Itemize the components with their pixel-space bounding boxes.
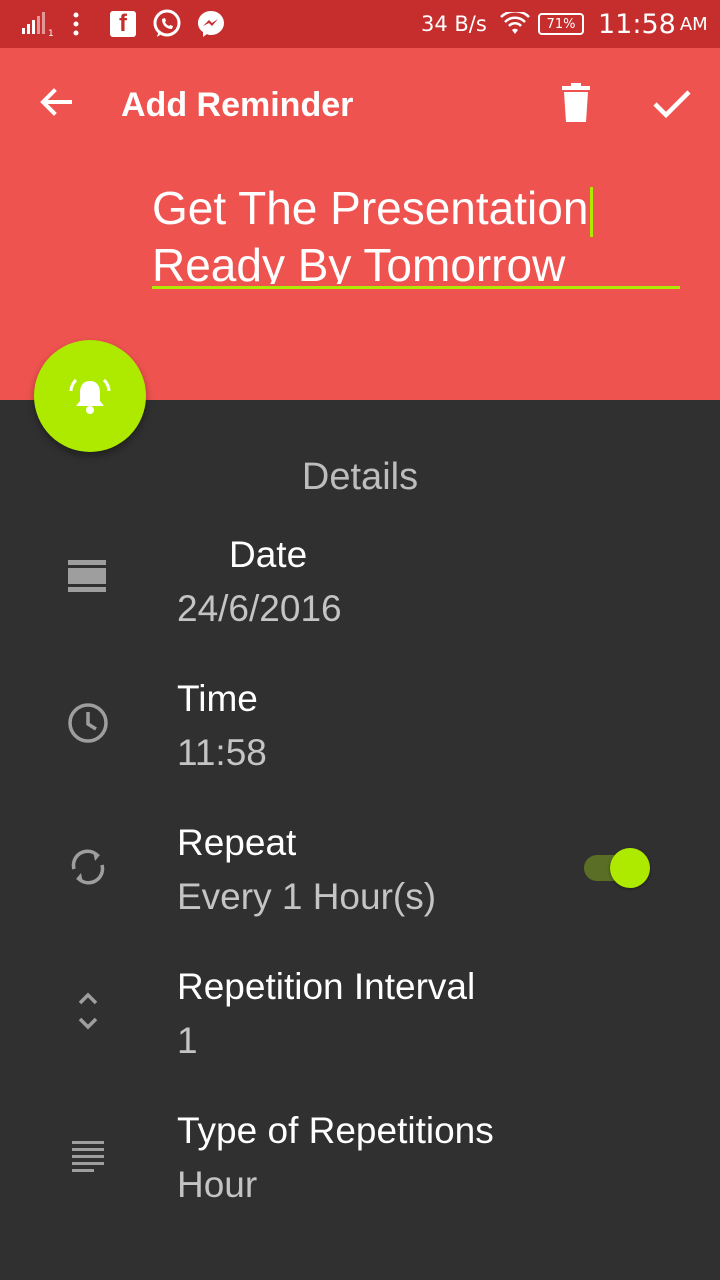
- status-ampm: AM: [679, 13, 708, 35]
- reminder-text-input[interactable]: Get The Presentation Ready By Tomorrow: [152, 180, 680, 284]
- save-check-icon[interactable]: [650, 84, 694, 124]
- time-value: 11:58: [177, 732, 267, 773]
- repeat-value: Every 1 Hour(s): [177, 876, 437, 917]
- delete-icon[interactable]: [556, 82, 596, 126]
- status-time: 11:58: [598, 8, 676, 40]
- toggle-thumb: [610, 848, 650, 888]
- repeat-label: Repeat: [177, 822, 297, 863]
- wifi-icon: [500, 0, 530, 48]
- date-value: 24/6/2016: [177, 588, 342, 629]
- details-heading: Details: [301, 456, 419, 498]
- status-clock: 11:58 AM: [598, 0, 708, 48]
- unfold-icon: [66, 989, 110, 1033]
- repeat-toggle[interactable]: [584, 848, 650, 888]
- text-cursor: [590, 186, 594, 237]
- status-bar: 1 f 34 B/s 71% 11:58 AM: [0, 0, 720, 48]
- type-of-repetitions-label: Type of Repetitions: [177, 1110, 494, 1151]
- time-label: Time: [177, 678, 258, 719]
- type-of-repetitions-row[interactable]: Type of Repetitions Hour: [0, 1106, 720, 1236]
- calendar-icon: [66, 556, 110, 600]
- more-icon: [72, 0, 80, 48]
- type-of-repetitions-value: Hour: [177, 1164, 258, 1205]
- repetition-interval-label: Repetition Interval: [177, 966, 476, 1007]
- battery-indicator: 71%: [538, 0, 584, 48]
- network-speed: 34 B/s: [421, 12, 487, 36]
- date-label: Date: [229, 534, 308, 575]
- repetition-interval-row[interactable]: Repetition Interval 1: [0, 962, 720, 1092]
- input-underline: [152, 286, 680, 289]
- alarm-bell-icon: [69, 378, 111, 414]
- whatsapp-icon: [151, 0, 183, 48]
- repeat-icon: [66, 845, 110, 889]
- back-arrow-icon[interactable]: [34, 80, 78, 124]
- facebook-icon: f: [110, 11, 136, 37]
- time-row[interactable]: Time 11:58: [0, 674, 720, 804]
- clock-icon: [66, 701, 110, 745]
- svg-text:1: 1: [48, 29, 54, 36]
- date-row[interactable]: Date 24/6/2016: [0, 530, 720, 660]
- alarm-fab-button[interactable]: [34, 340, 146, 452]
- page-title: Add Reminder: [121, 86, 354, 124]
- battery-level: 71%: [538, 13, 584, 35]
- messenger-icon: [195, 0, 227, 48]
- repetition-interval-value: 1: [177, 1020, 198, 1061]
- reminder-text: Get The Presentation Ready By Tomorrow: [152, 182, 594, 284]
- lines-icon: [66, 1133, 110, 1177]
- signal-icon: 1: [22, 0, 54, 48]
